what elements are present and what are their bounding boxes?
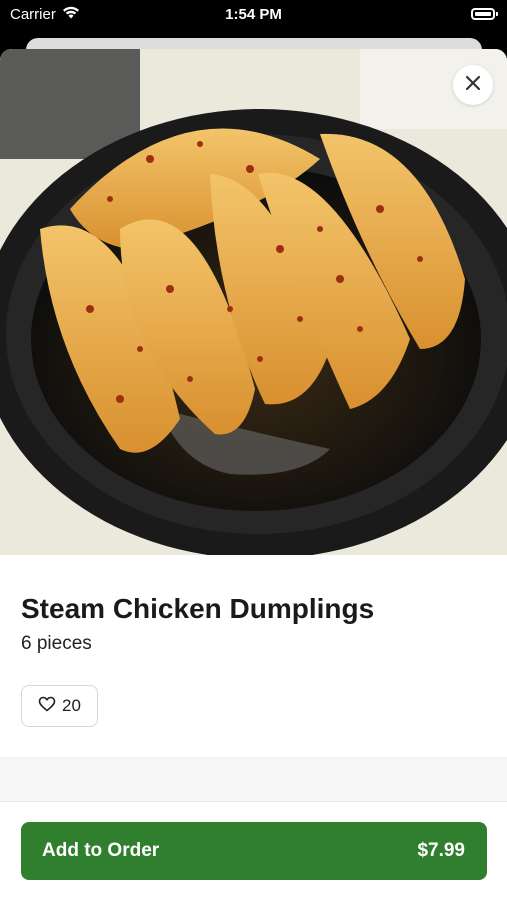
item-title: Steam Chicken Dumplings (21, 593, 375, 624)
item-info: Steam Chicken Dumplings 6 pieces 20 (0, 555, 507, 755)
add-to-order-label: Add to Order (42, 840, 160, 861)
item-image (0, 49, 507, 555)
battery-icon (471, 8, 498, 20)
close-button[interactable] (453, 65, 493, 105)
section-divider (0, 757, 507, 802)
heart-icon (38, 696, 56, 717)
item-price: $7.99 (417, 840, 465, 861)
bottom-bar: Add to Order $7.99 (0, 801, 507, 900)
status-bar: Carrier 1:54 PM (0, 0, 507, 30)
like-button[interactable]: 20 (21, 685, 98, 727)
add-to-order-button[interactable]: Add to Order $7.99 (21, 822, 487, 880)
item-subtitle: 6 pieces (21, 633, 92, 654)
like-count: 20 (62, 696, 81, 715)
status-time: 1:54 PM (225, 6, 282, 23)
item-detail-sheet: Steam Chicken Dumplings 6 pieces 20 Add … (0, 49, 507, 900)
close-icon (464, 74, 482, 97)
